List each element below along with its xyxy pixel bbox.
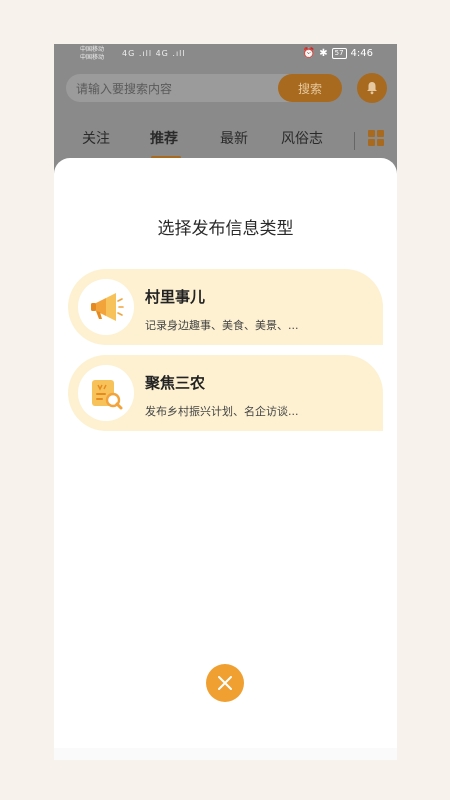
option-description: 记录身边趣事、美食、美景、... — [145, 319, 299, 332]
option-rural-focus[interactable]: 聚焦三农 发布乡村振兴计划、名企访谈... — [68, 355, 383, 431]
grid-icon[interactable] — [368, 130, 384, 146]
clock: 4:46 — [350, 48, 373, 59]
close-button[interactable] — [206, 664, 244, 702]
alarm-icon: ⏰ — [302, 48, 316, 59]
tab-recommend[interactable]: 推荐 — [150, 128, 178, 148]
bottom-strip — [54, 748, 397, 760]
tab-divider — [354, 132, 355, 150]
option-village-stories[interactable]: 村里事儿 记录身边趣事、美食、美景、... — [68, 269, 383, 345]
carrier-2: 中国移动 — [80, 54, 105, 61]
publish-type-sheet: 选择发布信息类型 村里事儿 记录身边趣事、美食、美景、... 聚焦三农 发布乡村… — [54, 158, 397, 760]
status-right: ⏰ ✱ 57 4:46 — [303, 48, 373, 59]
option-title: 村里事儿 — [145, 288, 206, 306]
tab-customs[interactable]: 风俗志 — [281, 128, 323, 148]
carrier-info: 中国移动 中国移动 — [80, 46, 104, 62]
bluetooth-icon: ✱ — [319, 48, 328, 59]
search-bar: 搜索 — [66, 74, 342, 104]
megaphone-icon — [91, 293, 124, 321]
bell-icon — [367, 82, 377, 95]
tab-latest[interactable]: 最新 — [220, 128, 248, 148]
option-icon-wrap — [78, 365, 134, 421]
option-description: 发布乡村振兴计划、名企访谈... — [145, 405, 299, 418]
option-icon-wrap — [78, 279, 134, 335]
app-screen: 中国移动 中国移动 4G .ıll 4G .ıll ⏰ ✱ 57 4:46 搜索… — [54, 44, 397, 760]
tab-follow[interactable]: 关注 — [82, 128, 110, 148]
notification-button[interactable] — [357, 73, 387, 103]
carrier-1: 中国移动 — [80, 46, 105, 53]
status-bar: 中国移动 中国移动 4G .ıll 4G .ıll ⏰ ✱ 57 4:46 — [54, 44, 397, 66]
sheet-title: 选择发布信息类型 — [157, 219, 294, 239]
signal-icon: 4G .ıll 4G .ıll — [122, 49, 186, 58]
category-tabs: 关注 推荐 最新 风俗志 — [54, 128, 397, 159]
document-search-icon — [92, 380, 123, 410]
battery-icon: 57 — [331, 48, 347, 59]
search-button[interactable]: 搜索 — [278, 74, 342, 102]
search-input[interactable] — [74, 74, 278, 104]
close-icon — [218, 676, 232, 690]
option-title: 聚焦三农 — [145, 374, 206, 392]
